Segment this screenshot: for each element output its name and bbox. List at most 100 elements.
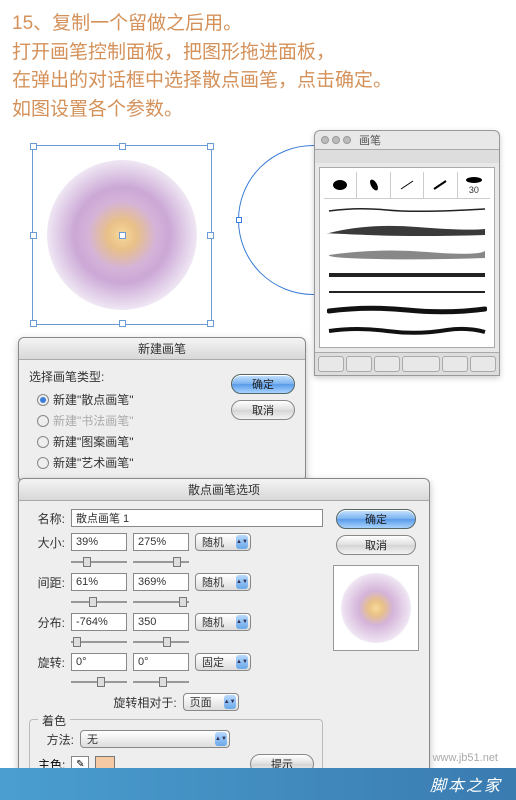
size-max-input[interactable] <box>133 533 189 551</box>
chevron-updown-icon: ▲▼ <box>236 655 248 669</box>
new-brush-button[interactable] <box>442 356 468 372</box>
traffic-close-icon[interactable] <box>321 136 329 144</box>
brush-size-label: 30 <box>469 185 479 195</box>
panel-body: 30 <box>319 167 495 348</box>
line4: 如图设置各个参数。 <box>12 96 504 125</box>
scatter-mode-select[interactable]: 随机▲▼ <box>195 613 251 631</box>
handle-icon[interactable] <box>119 320 126 327</box>
rotate-slider[interactable] <box>71 677 127 687</box>
method-select[interactable]: 无▲▼ <box>80 730 230 748</box>
panel-footer <box>315 352 499 375</box>
preview-orb <box>341 573 411 643</box>
panel-spacer <box>402 356 440 372</box>
radio-calligraphic[interactable]: 新建"书法画笔" <box>29 410 221 431</box>
panel-tabbar[interactable] <box>315 149 499 163</box>
spacing-mode-select[interactable]: 随机▲▼ <box>195 573 251 591</box>
brush-stroke[interactable] <box>327 287 487 297</box>
brush-preview <box>333 565 419 651</box>
spacing-max-input[interactable] <box>133 573 189 591</box>
line1: 15、复制一个留做之后用。 <box>12 10 504 39</box>
scatter-max-input[interactable] <box>133 613 189 631</box>
rotate-min-input[interactable] <box>71 653 127 671</box>
traffic-zoom-icon[interactable] <box>343 136 351 144</box>
scatter-slider[interactable] <box>71 637 127 647</box>
select-type-label: 选择画笔类型: <box>29 368 221 385</box>
handle-icon[interactable] <box>207 143 214 150</box>
size-label: 大小: <box>29 534 65 551</box>
ok-button[interactable]: 确定 <box>336 509 416 529</box>
radio-icon <box>37 394 49 406</box>
name-label: 名称: <box>29 510 65 527</box>
brush-preset[interactable] <box>324 172 357 198</box>
panel-button[interactable] <box>374 356 400 372</box>
brush-preset[interactable] <box>357 172 390 198</box>
new-brush-dialog: 新建画笔 选择画笔类型: 新建"散点画笔" 新建"书法画笔" 新建"图案画笔" … <box>18 337 306 482</box>
radio-icon <box>37 415 49 427</box>
chevron-updown-icon: ▲▼ <box>236 535 248 549</box>
chevron-updown-icon: ▲▼ <box>224 695 236 709</box>
handle-icon[interactable] <box>30 143 37 150</box>
site-name: 脚本之家 <box>430 772 502 796</box>
handle-icon[interactable] <box>30 320 37 327</box>
handle-icon[interactable] <box>207 232 214 239</box>
brush-stroke[interactable] <box>327 205 487 215</box>
size-mode-select[interactable]: 随机▲▼ <box>195 533 251 551</box>
rotate-label: 旋转: <box>29 654 65 671</box>
brush-preset-row: 30 <box>324 172 490 199</box>
line3: 在弹出的对话框中选择散点画笔，点击确定。 <box>12 67 504 96</box>
rotate-mode-select[interactable]: 固定▲▼ <box>195 653 251 671</box>
panel-button[interactable] <box>318 356 344 372</box>
brush-stroke[interactable] <box>327 269 487 281</box>
spacing-slider-b[interactable] <box>133 597 189 607</box>
radio-scatter[interactable]: 新建"散点画笔" <box>29 389 221 410</box>
handle-icon[interactable] <box>119 232 126 239</box>
delete-brush-button[interactable] <box>470 356 496 372</box>
brush-stroke[interactable] <box>327 245 487 263</box>
line2: 打开画笔控制面板，把图形拖进面板， <box>12 39 504 68</box>
anchor-point-icon[interactable] <box>236 217 242 223</box>
chevron-updown-icon: ▲▼ <box>236 615 248 629</box>
brush-stroke[interactable] <box>327 221 487 239</box>
panel-titlebar[interactable]: 画笔 <box>315 131 499 149</box>
scatter-min-input[interactable] <box>71 613 127 631</box>
colorization-legend: 着色 <box>38 712 70 729</box>
radio-icon <box>37 436 49 448</box>
scatter-brush-options-dialog: 散点画笔选项 名称: 大小: 随机▲▼ 间距: 随机▲▼ 分布: 随机▲▼ <box>18 478 430 792</box>
radio-art[interactable]: 新建"艺术画笔" <box>29 452 221 473</box>
size-slider[interactable] <box>71 557 127 567</box>
site-footer: 脚本之家 <box>0 768 516 800</box>
rotate-max-input[interactable] <box>133 653 189 671</box>
brush-preset[interactable] <box>424 172 457 198</box>
brush-preset[interactable] <box>391 172 424 198</box>
relative-select[interactable]: 页面▲▼ <box>183 693 239 711</box>
handle-icon[interactable] <box>119 143 126 150</box>
chevron-updown-icon: ▲▼ <box>236 575 248 589</box>
selection-box <box>32 145 212 325</box>
traffic-min-icon[interactable] <box>332 136 340 144</box>
radio-pattern[interactable]: 新建"图案画笔" <box>29 431 221 452</box>
brush-stroke[interactable] <box>327 303 487 317</box>
brush-stroke[interactable] <box>327 323 487 337</box>
instruction-text: 15、复制一个留做之后用。 打开画笔控制面板，把图形拖进面板， 在弹出的对话框中… <box>0 0 516 128</box>
relative-label: 旋转相对于: <box>113 694 176 711</box>
size-min-input[interactable] <box>71 533 127 551</box>
handle-icon[interactable] <box>207 320 214 327</box>
spacing-min-input[interactable] <box>71 573 127 591</box>
name-input[interactable] <box>71 509 323 527</box>
spacing-label: 间距: <box>29 574 65 591</box>
scatter-slider-b[interactable] <box>133 637 189 647</box>
handle-icon[interactable] <box>30 232 37 239</box>
cancel-button[interactable]: 取消 <box>231 400 295 420</box>
rotate-slider-b[interactable] <box>133 677 189 687</box>
chevron-updown-icon: ▲▼ <box>215 732 227 746</box>
watermark: www.jb51.net <box>433 752 498 764</box>
cancel-button[interactable]: 取消 <box>336 535 416 555</box>
dialog-title: 散点画笔选项 <box>19 479 429 501</box>
artboard <box>32 145 212 325</box>
brush-preset[interactable]: 30 <box>458 172 490 198</box>
spacing-slider[interactable] <box>71 597 127 607</box>
ok-button[interactable]: 确定 <box>231 374 295 394</box>
panel-button[interactable] <box>346 356 372 372</box>
panel-title: 画笔 <box>359 132 381 148</box>
size-slider-b[interactable] <box>133 557 189 567</box>
